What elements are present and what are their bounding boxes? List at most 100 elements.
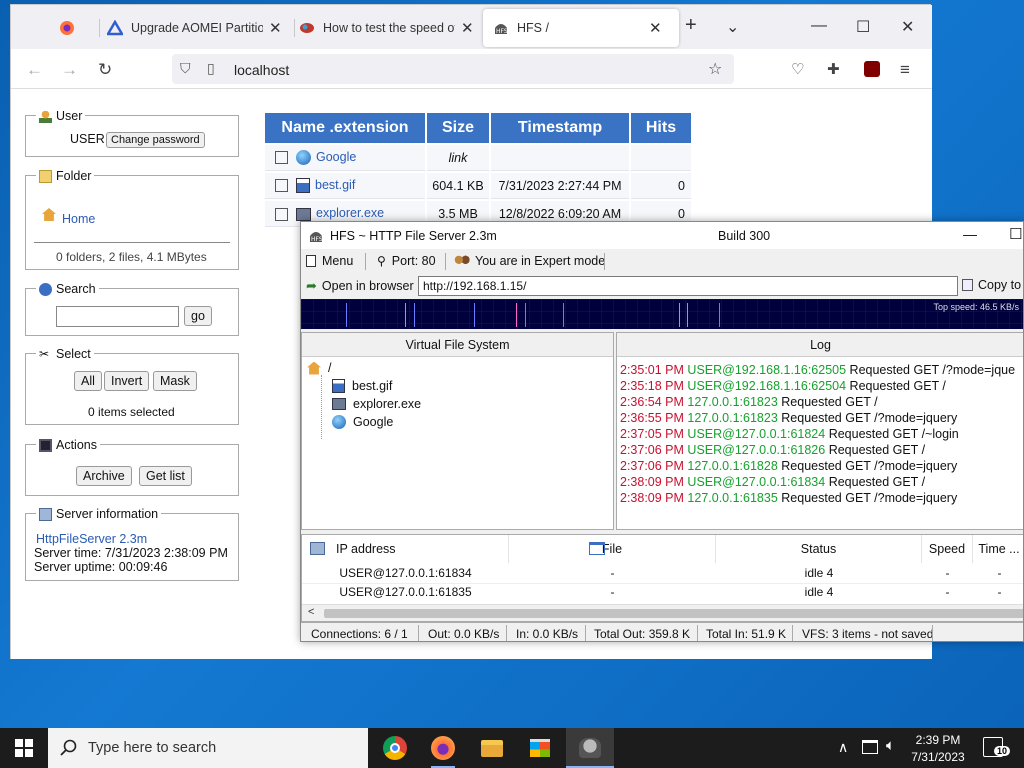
pocket-icon[interactable]: ♡ xyxy=(791,60,804,78)
hfs-titlebar[interactable]: HFS HFS ~ HTTP File Server 2.3m Build 30… xyxy=(301,222,1023,249)
port-button[interactable]: ⚲ Port: 80 xyxy=(377,254,436,268)
graph-spike xyxy=(516,303,517,327)
log-line: 2:37:05 PM USER@127.0.0.1:61824 Requeste… xyxy=(620,427,959,441)
mask-button[interactable]: Mask xyxy=(153,371,197,391)
show-hidden-icons-chevron-icon[interactable]: ∧ xyxy=(838,739,848,756)
col-status[interactable]: Status xyxy=(716,535,922,563)
shield-icon[interactable]: ⛉ xyxy=(180,60,191,77)
archive-button[interactable]: Archive xyxy=(76,466,132,486)
log-user: 127.0.0.1:61835 xyxy=(687,491,778,505)
tab-hfs[interactable]: HFS HFS / ✕ xyxy=(483,9,679,47)
notifications-icon[interactable]: 10 xyxy=(983,737,1011,757)
expert-mode-button[interactable]: You are in Expert mode xyxy=(454,254,605,268)
status-connections: Connections: 6 / 1 xyxy=(311,627,408,641)
col-size[interactable]: Size xyxy=(427,113,489,143)
log-line: 2:36:54 PM 127.0.0.1:61823 Requested GET… xyxy=(620,395,878,409)
vfs-item[interactable]: best.gif xyxy=(332,379,392,393)
log-pane[interactable]: Log 2:35:01 PM USER@192.168.1.16:62505 R… xyxy=(616,332,1023,530)
row-checkbox[interactable] xyxy=(275,179,288,193)
scrollbar-thumb[interactable] xyxy=(324,609,1023,618)
copy-to-clipboard-button[interactable]: Copy to xyxy=(962,278,1021,292)
ublock-icon[interactable] xyxy=(864,61,880,77)
file-link[interactable]: Google xyxy=(316,150,356,164)
taskbar-search[interactable]: Type here to search xyxy=(48,728,368,768)
vfs-item[interactable]: explorer.exe xyxy=(332,397,421,411)
close-icon[interactable]: ✕ xyxy=(269,19,282,37)
col-file[interactable]: File xyxy=(509,535,716,563)
volume-icon[interactable]: 🔈︎ xyxy=(886,737,895,754)
tab-list-chevron-icon[interactable]: ⌄ xyxy=(726,17,739,37)
tab-aomei[interactable]: Upgrade AOMEI Partition ✕ xyxy=(107,9,287,47)
search-input[interactable] xyxy=(56,306,179,327)
menu-button[interactable]: Menu xyxy=(306,254,353,268)
home-icon xyxy=(307,361,321,375)
firefox-icon xyxy=(60,21,74,35)
vfs-pane[interactable]: Virtual File System / best.gif explorer.… xyxy=(301,332,614,530)
start-button[interactable] xyxy=(0,728,48,768)
col-name[interactable]: Name .extension xyxy=(265,113,425,143)
select-all-button[interactable]: All xyxy=(74,371,102,391)
network-icon[interactable] xyxy=(862,740,878,754)
taskbar-store[interactable] xyxy=(516,728,564,768)
vfs-root-label: / xyxy=(328,361,332,375)
col-ip-address[interactable]: IP address xyxy=(302,535,509,563)
back-icon[interactable]: ← xyxy=(26,60,43,80)
clock-time[interactable]: 2:39 PM xyxy=(913,733,963,747)
change-password-button[interactable]: Change password xyxy=(106,132,205,148)
forward-icon[interactable]: → xyxy=(61,60,78,80)
maximize-icon[interactable]: ☐ xyxy=(856,17,870,37)
conn-ip[interactable]: USER@127.0.0.1:61834 xyxy=(302,564,509,583)
file-link[interactable]: explorer.exe xyxy=(316,206,384,220)
invert-button[interactable]: Invert xyxy=(104,371,150,391)
taskbar-file-explorer[interactable] xyxy=(468,728,516,768)
bookmark-star-icon[interactable]: ☆ xyxy=(708,59,722,79)
col-hits[interactable]: Hits xyxy=(631,113,691,143)
home-link[interactable]: Home xyxy=(62,212,95,226)
address-bar[interactable]: ⛉ ▯ localhost ☆ xyxy=(172,54,734,84)
close-window-icon[interactable]: ✕ xyxy=(901,17,914,37)
taskbar-firefox[interactable] xyxy=(419,728,467,768)
minimize-icon[interactable]: — xyxy=(811,17,827,35)
close-icon[interactable]: ✕ xyxy=(649,19,662,37)
server-url-field[interactable]: http://192.168.1.15/ xyxy=(418,276,958,296)
vfs-item[interactable]: Google xyxy=(332,415,393,429)
scroll-left-icon[interactable]: < xyxy=(308,606,314,618)
horizontal-scrollbar[interactable]: < xyxy=(302,604,1023,621)
go-button[interactable]: go xyxy=(184,306,212,326)
taskbar-chrome[interactable] xyxy=(371,728,419,768)
log-message: Requested GET /?mode=jquery xyxy=(781,459,958,473)
conn-time: - xyxy=(997,566,1002,580)
col-timestamp[interactable]: Timestamp xyxy=(491,113,629,143)
minimize-icon[interactable]: — xyxy=(963,226,977,242)
file-link[interactable]: best.gif xyxy=(315,178,355,192)
reload-icon[interactable]: ↻ xyxy=(98,60,112,80)
tab-strip: Upgrade AOMEI Partition ✕ How to test th… xyxy=(11,5,932,49)
search-icon xyxy=(60,739,77,756)
new-tab-icon[interactable]: + xyxy=(685,14,697,37)
taskbar-hfs[interactable] xyxy=(566,728,614,768)
col-time[interactable]: Time ... xyxy=(973,535,1023,563)
menu-icon[interactable]: ≡ xyxy=(900,60,910,80)
maximize-icon[interactable]: ☐ xyxy=(1009,225,1022,243)
copy-label: Copy to xyxy=(978,278,1022,292)
open-in-browser-button[interactable]: ➦ Open in browser xyxy=(306,278,414,294)
tab-speed-test[interactable]: How to test the speed of ✕ xyxy=(299,9,479,47)
connections-list[interactable]: IP address File Status Speed Time ... US… xyxy=(301,534,1023,622)
col-speed[interactable]: Speed xyxy=(922,535,973,563)
row-checkbox[interactable] xyxy=(275,151,288,165)
conn-status: idle 4 xyxy=(804,585,834,599)
nav-bar: ← → ↻ ⛉ ▯ localhost ☆ ♡ ✚ ≡ xyxy=(11,49,932,89)
conn-ip[interactable]: USER@127.0.0.1:61835 xyxy=(302,583,509,602)
clock-date[interactable]: 7/31/2023 xyxy=(908,750,968,764)
tab-firefox-pinned[interactable] xyxy=(59,9,89,47)
close-icon[interactable]: ✕ xyxy=(461,19,474,37)
actions-legend: Actions xyxy=(56,438,97,452)
extensions-icon[interactable]: ✚ xyxy=(827,60,840,78)
get-list-button[interactable]: Get list xyxy=(139,466,192,486)
log-line: 2:36:55 PM 127.0.0.1:61823 Requested GET… xyxy=(620,411,957,425)
vfs-root[interactable]: / xyxy=(307,361,331,375)
status-bar: Connections: 6 / 1 Out: 0.0 KB/s In: 0.0… xyxy=(301,622,1023,641)
url-text[interactable]: localhost xyxy=(234,62,289,78)
row-checkbox[interactable] xyxy=(275,207,288,221)
server-link[interactable]: HttpFileServer 2.3m xyxy=(36,532,147,546)
